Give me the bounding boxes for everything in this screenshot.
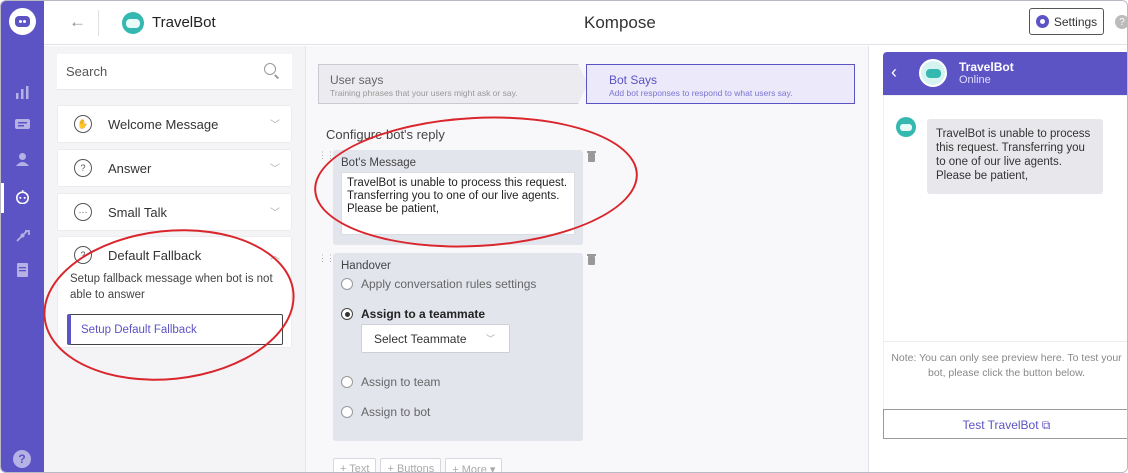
search-placeholder: Search	[66, 64, 108, 79]
card-title: Bot's Message	[341, 157, 417, 169]
tab-subtitle: Training phrases that your users might a…	[330, 88, 518, 98]
add-buttons-button[interactable]: + Buttons	[380, 458, 442, 472]
left-rail: ?	[1, 1, 44, 472]
add-response-buttons: + Text + Buttons + More ▾	[333, 458, 503, 472]
conversations-icon[interactable]	[14, 118, 31, 132]
tab-user-says[interactable]: User says Training phrases that your use…	[318, 64, 588, 104]
tab-bot-says[interactable]: Bot Says Add bot responses to respond to…	[586, 64, 855, 104]
tab-title: Bot Says	[609, 73, 658, 87]
chevron-down-icon: ﹀	[486, 334, 496, 344]
test-bot-button[interactable]: Test TravelBot ⧉	[883, 409, 1127, 439]
bot-name: TravelBot	[152, 14, 216, 31]
answer-icon: ?	[74, 159, 92, 177]
select-value: Select Teammate	[374, 332, 467, 346]
intent-label: Small Talk	[108, 205, 168, 220]
radio-label: Apply conversation rules settings	[361, 277, 537, 291]
radio-label: Assign to team	[361, 375, 441, 389]
docs-icon[interactable]	[14, 263, 31, 277]
radio-checked-icon	[341, 308, 353, 320]
page-title: Kompose	[584, 13, 656, 32]
gear-icon	[1035, 15, 1049, 28]
search-icon[interactable]	[264, 63, 276, 75]
intent-small-talk[interactable]: ··· Small Talk ﹀	[57, 193, 292, 231]
radio-assign-teammate[interactable]: Assign to a teammate	[341, 307, 485, 321]
radio-label: Assign to bot	[361, 405, 431, 419]
radio-apply-conversation-rules[interactable]: Apply conversation rules settings	[341, 277, 536, 291]
chevron-down-icon[interactable]: ﹀	[270, 204, 280, 219]
back-arrow-icon[interactable]: ←	[69, 12, 86, 32]
handover-card: Handover Apply conversation rules settin…	[333, 253, 583, 441]
radio-icon	[341, 278, 353, 290]
fallback-icon: ?	[74, 246, 92, 264]
bot-message-bubble: TravelBot is unable to process this requ…	[927, 119, 1103, 194]
integrations-icon[interactable]	[14, 229, 31, 243]
fallback-description: Setup fallback message when bot is not a…	[70, 273, 273, 301]
divider	[884, 341, 1127, 342]
analytics-icon[interactable]	[14, 85, 31, 99]
add-more-button[interactable]: + More ▾	[445, 458, 503, 472]
settings-label: Settings	[1053, 14, 1098, 29]
drag-handle-icon[interactable]: ⋮⋮	[318, 253, 335, 264]
bot-message-card: Bot's Message TravelBot is unable to pro…	[333, 150, 583, 245]
preview-note: Note: You can only see preview here. To …	[891, 352, 1122, 379]
settings-button[interactable]: Settings	[1029, 8, 1104, 35]
bot-avatar	[919, 59, 947, 87]
chevron-down-icon[interactable]: ﹀	[270, 160, 280, 175]
intent-welcome-message[interactable]: ✋ Welcome Message ﹀	[57, 105, 292, 143]
select-teammate-dropdown[interactable]: Select Teammate ﹀	[361, 324, 510, 353]
delete-icon[interactable]	[587, 254, 596, 265]
active-indicator	[1, 183, 4, 213]
tab-subtitle: Add bot responses to respond to what use…	[609, 88, 793, 98]
tab-title: User says	[330, 73, 384, 87]
logo-icon[interactable]	[9, 8, 36, 35]
intent-label: Welcome Message	[108, 117, 219, 132]
bot-avatar	[896, 117, 916, 137]
intent-panel: Search ✋ Welcome Message ﹀ ? Answer ﹀ ··…	[44, 46, 306, 472]
chevron-left-icon[interactable]: ‹	[891, 62, 897, 83]
intent-default-fallback[interactable]: ? Default Fallback ︿ Setup fallback mess…	[57, 236, 292, 348]
bot-message-textarea[interactable]: TravelBot is unable to process this requ…	[341, 172, 575, 235]
bot-icon[interactable]	[14, 190, 31, 204]
question-icon[interactable]: ?	[1115, 15, 1127, 29]
delete-icon[interactable]	[587, 151, 596, 162]
chevron-up-icon[interactable]: ︿	[270, 247, 280, 262]
preview-header: ‹ TravelBot Online	[883, 52, 1127, 95]
app-window: ? ← TravelBot Kompose Settings ? Search …	[0, 0, 1128, 473]
radio-icon	[341, 406, 353, 418]
small-talk-icon: ···	[74, 203, 92, 221]
radio-assign-bot[interactable]: Assign to bot	[341, 405, 430, 419]
intent-answer[interactable]: ? Answer ﹀	[57, 149, 292, 187]
bot-avatar	[122, 12, 144, 34]
reply-builder: User says Training phrases that your use…	[306, 46, 868, 472]
configure-label: Configure bot's reply	[326, 127, 445, 142]
radio-icon	[341, 376, 353, 388]
intent-label: Default Fallback	[108, 248, 202, 263]
search-input[interactable]: Search	[57, 54, 292, 90]
setup-default-fallback-button[interactable]: Setup Default Fallback	[67, 314, 283, 345]
top-bar: ← TravelBot Kompose Settings ?	[44, 1, 1127, 45]
chevron-down-icon[interactable]: ﹀	[270, 116, 280, 131]
users-icon[interactable]	[14, 152, 31, 166]
help-icon[interactable]: ?	[13, 450, 31, 468]
preview-bot-name: TravelBot	[959, 60, 1014, 74]
add-text-button[interactable]: + Text	[333, 458, 377, 472]
radio-label: Assign to a teammate	[361, 307, 486, 321]
divider	[98, 10, 99, 36]
wave-hand-icon: ✋	[74, 115, 92, 133]
intent-label: Answer	[108, 161, 152, 176]
preview-panel: ‹ TravelBot Online TravelBot is unable t…	[868, 46, 1127, 472]
preview-status: Online	[959, 74, 991, 86]
drag-handle-icon[interactable]: ⋮⋮	[318, 150, 335, 161]
radio-assign-team[interactable]: Assign to team	[341, 375, 440, 389]
card-title: Handover	[341, 260, 391, 272]
step-tabs: User says Training phrases that your use…	[318, 64, 855, 104]
